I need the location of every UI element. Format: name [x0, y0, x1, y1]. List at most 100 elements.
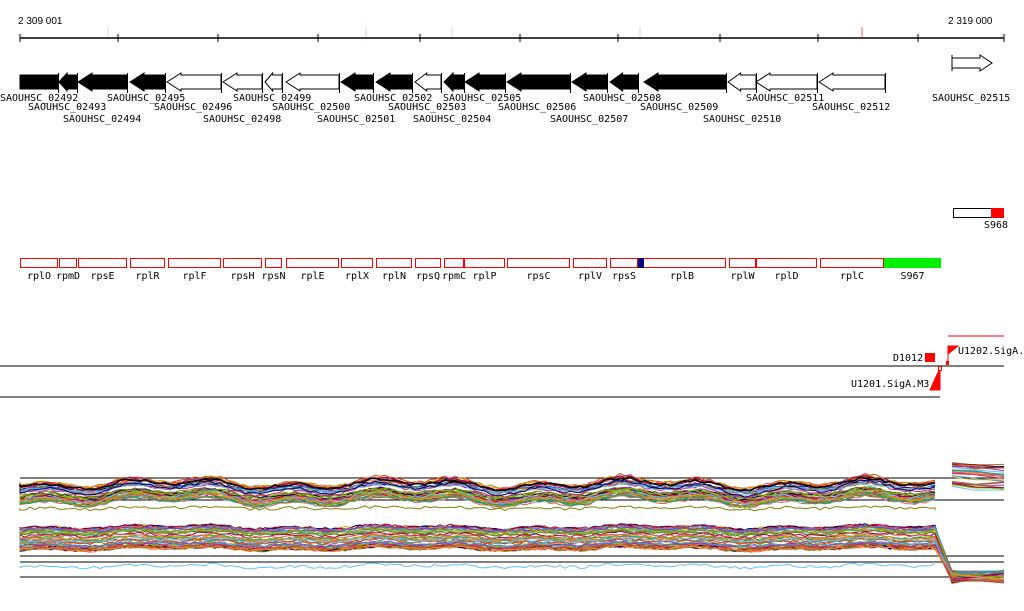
gene-arrow[interactable] [755, 72, 818, 92]
operon-box[interactable] [265, 258, 282, 268]
operon-gene-rpsC[interactable]: rpsC [507, 258, 570, 283]
operon-gene-rplD[interactable]: rplD [756, 258, 817, 283]
operon-box[interactable] [756, 258, 817, 268]
gene-arrow[interactable] [285, 72, 340, 92]
operon-box[interactable] [507, 258, 570, 268]
gene-arrow[interactable] [222, 72, 263, 92]
gene-label: SAOUHSC_02501 [317, 114, 395, 125]
gene-label: SAOUHSC_02496 [154, 102, 232, 113]
gene-arrow[interactable] [464, 72, 506, 92]
expression-trace [951, 475, 1005, 483]
gene-label: SAOUHSC_02507 [550, 114, 628, 125]
expression-trace [19, 562, 936, 570]
gene-arrow[interactable] [609, 72, 639, 92]
u1202-tss [946, 361, 949, 365]
s968-feature[interactable]: S968 [953, 208, 1009, 231]
operon-gene-rpsN[interactable]: rpsN [261, 258, 286, 283]
u1201-promoter-icon[interactable] [929, 367, 941, 391]
operon-label: rplB [670, 271, 694, 282]
gene-arrow[interactable] [58, 71, 78, 93]
operon-gene-rplF[interactable]: rplF [168, 258, 221, 283]
operon-gene-rplO[interactable]: rplO [20, 258, 58, 283]
gene-arrow[interactable] [375, 72, 413, 92]
operon-gene-rplX[interactable]: rplX [341, 258, 373, 283]
operon-label: rplO [27, 271, 51, 282]
operon-box[interactable] [59, 258, 77, 268]
operon-box[interactable] [638, 258, 726, 268]
gene-label: SAOUHSC_02500 [272, 102, 350, 113]
genome-browser-view: 2 309 001 2 319 000 SAOUHSC_02492SAOUHSC… [0, 16, 1024, 584]
gene-arrow[interactable] [727, 72, 757, 92]
operon-box[interactable] [444, 258, 464, 268]
gene-arrow[interactable] [19, 74, 59, 90]
gene-arrow[interactable] [414, 71, 442, 93]
gene-arrow[interactable] [166, 72, 222, 92]
operon-gene-rplN[interactable]: rplN [376, 258, 412, 283]
gene-arrow[interactable] [506, 72, 571, 92]
gene-label: SAOUHSC_02515 [932, 93, 1010, 104]
operon-gene-rplW[interactable]: rplW [729, 258, 756, 283]
u1201-label: U1201.SigA.M3 [851, 379, 929, 390]
operon-gene-rpsS[interactable]: rpsS [610, 258, 638, 283]
gene-SAOUHSC_02515[interactable]: SAOUHSC_02515 [932, 54, 1010, 104]
operon-box[interactable] [820, 258, 884, 268]
gene-arrow[interactable] [129, 72, 166, 92]
operon-marker [638, 258, 644, 268]
operon-box[interactable] [376, 258, 412, 268]
s968-label: S968 [984, 220, 1008, 231]
gene-arrow[interactable] [443, 71, 465, 93]
d1012-marker[interactable] [925, 353, 935, 362]
gene-label: SAOUHSC_02509 [640, 102, 718, 113]
operon-gene-rpmD[interactable]: rpmD [56, 258, 80, 283]
gene-arrow[interactable] [264, 71, 283, 93]
operon-label: rpmD [56, 271, 80, 282]
operon-label: rpsQ [416, 271, 440, 282]
operon-gene-rplC[interactable]: rplC [820, 258, 884, 283]
operon-gene-rplR[interactable]: rplR [130, 258, 165, 283]
operon-box[interactable] [78, 258, 127, 268]
operon-box[interactable] [573, 258, 607, 268]
operon-box[interactable] [415, 258, 441, 268]
operon-box[interactable] [130, 258, 165, 268]
operon-box[interactable] [610, 258, 638, 268]
operon-label: rplV [578, 271, 602, 282]
operon-box[interactable] [884, 258, 941, 268]
u1202-promoter-icon[interactable] [947, 345, 960, 362]
operon-gene-rplP[interactable]: rplP [464, 258, 505, 283]
gene-track: SAOUHSC_02492SAOUHSC_02493SAOUHSC_02494S… [0, 54, 1010, 125]
gene-arrow[interactable] [643, 72, 727, 92]
operon-gene-rplE[interactable]: rplE [286, 258, 339, 283]
operon-box[interactable] [168, 258, 221, 268]
operon-gene-rplB[interactable]: rplB [638, 258, 726, 282]
gene-label: SAOUHSC_02504 [413, 114, 491, 125]
gene-label: SAOUHSC_02512 [812, 102, 890, 113]
operon-label: rplW [730, 271, 755, 282]
operon-gene-rpsQ[interactable]: rpsQ [415, 258, 441, 283]
operon-box[interactable] [223, 258, 262, 268]
gene-arrow[interactable] [340, 72, 374, 92]
operon-gene-rpsE[interactable]: rpsE [78, 258, 127, 283]
operon-label: rpsS [612, 271, 636, 282]
gene-label: SAOUHSC_02510 [703, 114, 781, 125]
u1201-tss [938, 366, 942, 371]
operon-gene-S967[interactable]: S967 [884, 258, 941, 282]
operon-gene-rpmC[interactable]: rpmC [442, 258, 466, 283]
operon-box[interactable] [286, 258, 339, 268]
operon-label: rplP [472, 271, 496, 282]
operon-box[interactable] [464, 258, 505, 268]
ruler-start: 2 309 001 [18, 16, 63, 27]
operon-label: rplN [382, 271, 406, 282]
operon-gene-rplV[interactable]: rplV [573, 258, 607, 283]
operon-gene-rpsH[interactable]: rpsH [223, 258, 262, 283]
gene-SAOUHSC_02511[interactable]: SAOUHSC_02511 [746, 72, 824, 104]
operon-box[interactable] [341, 258, 373, 268]
operon-label: rpmC [442, 271, 466, 282]
gene-label: SAOUHSC_02506 [498, 102, 576, 113]
gene-arrow[interactable] [951, 54, 993, 72]
operon-box[interactable] [729, 258, 756, 268]
operon-box[interactable] [20, 258, 58, 268]
gene-arrow[interactable] [571, 72, 608, 92]
feature-track: D1012 U1202.SigA. U1201.SigA.M3 [0, 335, 1024, 398]
gene-arrow[interactable] [818, 72, 886, 92]
gene-arrow[interactable] [77, 72, 128, 92]
